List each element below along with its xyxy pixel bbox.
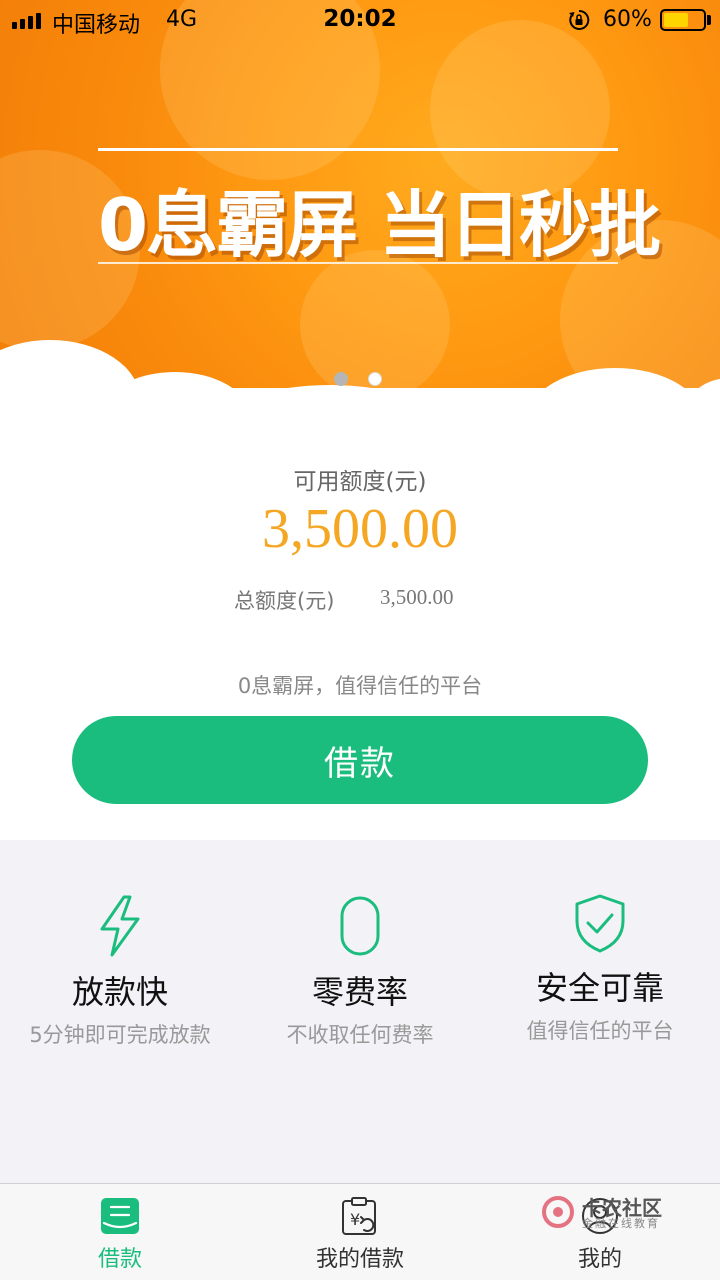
tab-label: 我的 bbox=[577, 1247, 622, 1272]
rotation-lock-icon bbox=[569, 9, 590, 30]
zero-icon bbox=[340, 896, 380, 956]
platform-slogan: 0息霸屏，值得信任的平台 bbox=[237, 674, 483, 698]
promo-banner[interactable]: 0息霸屏 当日秒批 bbox=[0, 0, 720, 405]
feature-subtitle: 不收取任何费率 bbox=[286, 1023, 434, 1047]
total-credit-label: 总额度(元) bbox=[234, 589, 335, 613]
carousel-indicator bbox=[334, 372, 382, 386]
tab-label: 借款 bbox=[97, 1247, 142, 1272]
banner-rule-bottom bbox=[98, 262, 618, 264]
battery-tip bbox=[707, 15, 711, 25]
feature-secure: 安全可靠 值得信任的平台 bbox=[480, 893, 720, 1045]
feature-title: 零费率 bbox=[311, 973, 408, 1011]
battery-percent: 60% bbox=[603, 7, 652, 32]
shield-check-icon bbox=[575, 894, 625, 953]
banner-rule-top bbox=[98, 148, 618, 151]
battery-icon bbox=[660, 9, 706, 31]
borrow-button[interactable]: 借款 bbox=[72, 716, 648, 804]
tab-my-loans[interactable]: ¥ 我的借款 bbox=[240, 1184, 480, 1280]
my-loans-icon: ¥ bbox=[342, 1197, 376, 1235]
feature-title: 安全可靠 bbox=[535, 969, 664, 1007]
feature-subtitle: 5分钟即可完成放款 bbox=[29, 1023, 211, 1047]
total-credit-amount: 3,500.00 bbox=[380, 585, 454, 609]
feature-zero-fee: 零费率 不收取任何费率 bbox=[240, 895, 480, 1049]
feature-fast: 放款快 5分钟即可完成放款 bbox=[0, 895, 240, 1049]
svg-text:¥: ¥ bbox=[350, 1210, 360, 1229]
lightning-icon bbox=[100, 895, 140, 957]
available-credit-label: 可用额度(元) bbox=[293, 469, 427, 495]
carousel-dot[interactable] bbox=[334, 372, 348, 386]
feature-title: 放款快 bbox=[71, 973, 168, 1011]
tab-label: 我的借款 bbox=[315, 1247, 404, 1272]
feature-subtitle: 值得信任的平台 bbox=[526, 1019, 674, 1043]
status-bar: 中国移动 4G 20:02 60% bbox=[0, 0, 720, 40]
cloud-base bbox=[0, 388, 720, 405]
borrow-tab-icon bbox=[101, 1198, 139, 1234]
banner-headline: 0息霸屏 当日秒批 bbox=[98, 183, 661, 267]
tab-borrow[interactable]: 借款 bbox=[0, 1184, 240, 1280]
watermark-subtitle: 金融在线教育 bbox=[582, 1217, 660, 1230]
credit-card: 可用额度(元) 3,500.00 总额度(元) 3,500.00 0息霸屏，值得… bbox=[0, 405, 720, 840]
app-screen: 0息霸屏 当日秒批 中国移动 4G 20:02 60% 可用额度(元) 3,50… bbox=[0, 0, 720, 1280]
carousel-dot-active[interactable] bbox=[368, 372, 382, 386]
available-credit-amount: 3,500.00 bbox=[262, 498, 458, 560]
